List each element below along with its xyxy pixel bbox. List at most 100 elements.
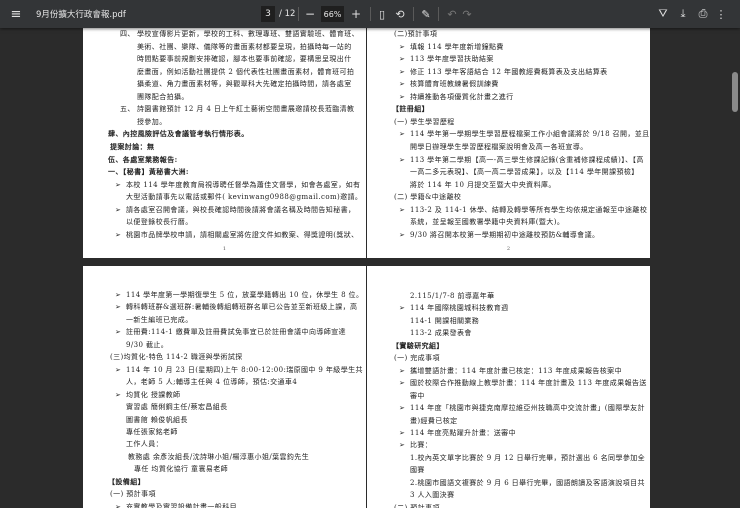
text-line: 9/30 截止。 bbox=[126, 340, 168, 350]
page-footer-number: 2 bbox=[506, 246, 511, 253]
save-to-drive-icon[interactable]: ⛛ bbox=[655, 0, 671, 28]
rotate-icon[interactable]: ⟲ bbox=[392, 0, 408, 28]
text-line: ➢ 填報 114 學年度新增鐘點費 bbox=[399, 42, 504, 52]
line-text: (二) 學籍&中途離校 bbox=[394, 193, 462, 202]
line-text: 專任 均質化協行 童寰易老師 bbox=[134, 465, 229, 474]
text-line: 2.115/1/7-8 前導嘉年華 bbox=[410, 291, 495, 301]
line-text: (二) 預計事項 bbox=[394, 503, 440, 508]
vertical-scrollbar[interactable] bbox=[732, 30, 738, 506]
bullet-arrow-icon: ➢ bbox=[115, 502, 122, 508]
annotate-pen-icon[interactable]: ✎ bbox=[418, 0, 434, 28]
line-text: 攝柔道、角力畫面素材等，與觀翠科大先確定拍攝時間，請各處室 bbox=[137, 80, 352, 89]
text-line: 【實驗研究組】 bbox=[392, 341, 444, 351]
redo-icon[interactable]: ↷ bbox=[459, 0, 475, 28]
bullet-arrow-icon: ➢ bbox=[399, 404, 406, 413]
text-line: ➢ 114 學年第一學期學生學習歷程檔案工作小組會議將於 9/18 召開，並且 bbox=[399, 129, 650, 139]
text-line: 一高二多元表現】、【高一高二學習成果】，以及【114 學年開課預檢】 bbox=[410, 167, 639, 177]
text-line: ➢ 修正 113 學年客語結合 12 年國教經費概算表及支出結算表 bbox=[399, 67, 608, 77]
text-line: 攝柔道、角力畫面素材等，與觀翠科大先確定拍攝時間，請各處室 bbox=[137, 79, 352, 89]
bullet-arrow-icon: ➢ bbox=[399, 366, 406, 375]
scrollbar-thumb[interactable] bbox=[732, 72, 738, 112]
line-text: 一新生編班已完成。 bbox=[126, 315, 193, 324]
line-text: 系統，並呈報至國教署學籍中央資料庫(暨大)。 bbox=[410, 218, 565, 227]
line-text: 詩園書館預計 12 月 4 日上午紅土藝術空間畫展邀請校長蒞臨清教 bbox=[137, 105, 355, 114]
fit-page-icon[interactable]: ▯ bbox=[374, 0, 390, 28]
line-text: 113 學年度學習扶助結案 bbox=[410, 55, 494, 64]
line-text: 3 人入圍決賽 bbox=[410, 491, 455, 500]
line-text: 國於校際合作推動線上教學計畫：114 年度計畫及 113 年度成果報告送 bbox=[410, 379, 647, 388]
text-line: ➢ 攜增雙語計畫：114 年度計畫已核定：113 年度成果報告核案中 bbox=[399, 366, 622, 376]
text-line: 伍、各處室業務報告: bbox=[108, 155, 178, 165]
bullet-arrow-icon: ➢ bbox=[399, 379, 406, 388]
line-text: 充實教學及實習設備計畫一般科目 bbox=[126, 502, 237, 508]
text-line: 審中 bbox=[410, 391, 425, 401]
text-line: 提案討論：無 bbox=[110, 142, 154, 152]
line-text: 轉科轉班群&選班群:暑輔後轉組轉班群名單已公告並至新班級上課，高 bbox=[126, 303, 358, 312]
divider bbox=[413, 7, 414, 21]
line-text: 肆、內控風險評估及會議管考執行情形表。 bbox=[108, 129, 249, 139]
print-icon[interactable]: ⎙ bbox=[695, 0, 711, 28]
bullet-arrow-icon: ➢ bbox=[115, 230, 122, 239]
text-line: 工作人員： bbox=[126, 439, 163, 449]
zoom-in-button[interactable]: + bbox=[348, 0, 364, 28]
text-line: 大型活動請事先以電話或郵件( kevinwang0988@gmail.com)邀… bbox=[126, 192, 362, 202]
line-text: 審中 bbox=[410, 391, 425, 400]
text-line: 教務處 余彥汝組長/沈詩琳小姐/楊淳惠小姐/葉雲鈞先生 bbox=[128, 452, 309, 462]
bullet-arrow-icon: ➢ bbox=[399, 55, 406, 64]
page-footer-number: 1 bbox=[222, 246, 227, 253]
line-text: (二)預計事項 bbox=[394, 30, 438, 38]
text-line: 1.校內英文單字比賽於 9 月 12 日舉行完畢，預計選出 6 名同學參加全 bbox=[410, 453, 645, 463]
divider bbox=[370, 7, 371, 21]
line-text: 大型活動請事先以電話或郵件( kevinwang0988@gmail.com)邀… bbox=[126, 193, 363, 202]
divider bbox=[438, 7, 439, 21]
text-line: ➢ 9/30 將召開本校第一學期期初中途離校預防&輔導會議。 bbox=[399, 230, 599, 240]
bullet-arrow-icon: ➢ bbox=[115, 328, 122, 337]
text-line: 授參加。 bbox=[137, 117, 167, 127]
more-options-icon[interactable]: ⋮ bbox=[713, 0, 729, 28]
text-line: 一新生編班已完成。 bbox=[126, 315, 193, 325]
line-text: 2.115/1/7-8 前導嘉年華 bbox=[410, 292, 495, 300]
line-text: 教務處 余彥汝組長/沈詩琳小姐/楊淳惠小姐/葉雲鈞先生 bbox=[128, 452, 310, 461]
line-text: 工作人員： bbox=[126, 440, 163, 449]
list-number: 五、 bbox=[120, 105, 135, 114]
line-text: 美術、社團、樂隊、儀隊等的畫面素材都要呈現，拍攝時每一站的 bbox=[137, 42, 352, 51]
text-line: 系統，並呈報至國教署學籍中央資料庫(暨大)。 bbox=[410, 217, 564, 227]
text-line: 專任 均質化協行 童寰易老師 bbox=[134, 464, 228, 474]
line-text: 114-1 開課相關業務 bbox=[410, 316, 480, 325]
bullet-arrow-icon: ➢ bbox=[115, 205, 122, 214]
line-text: 開學日辦理學生學習歷程檔案說明會及高一各班宣導。 bbox=[410, 142, 588, 151]
text-line: (一) 預計事項 bbox=[110, 489, 156, 499]
line-text: (三)均質化-特色 114-2 職涯與學術試探 bbox=[110, 353, 243, 362]
line-text: 團隊配合拍攝。 bbox=[137, 92, 189, 101]
text-line: (一) 完成事項 bbox=[394, 353, 440, 363]
bullet-arrow-icon: ➢ bbox=[399, 42, 406, 51]
bullet-arrow-icon: ➢ bbox=[399, 67, 406, 76]
text-line: 114-1 開課相關業務 bbox=[410, 316, 479, 326]
page-number-input[interactable]: 3 bbox=[261, 6, 275, 22]
zoom-out-button[interactable]: − bbox=[302, 0, 318, 28]
line-text: 請各處室召開會議，與校長確認時間後請將會議名稱及時間告知秘書， bbox=[126, 205, 356, 214]
text-line: 四、 學校宣傳影片更新，學校的工科、數理專班、雙語實驗班、體育班、 bbox=[120, 29, 359, 39]
line-text: 本校 114 學年度教育局視導聘任督學為蕭佳文督學，如會各處室，如有 bbox=[126, 180, 361, 189]
bullet-arrow-icon: ➢ bbox=[399, 92, 406, 101]
text-line: ➢ 113 學年度學習扶助結案 bbox=[399, 54, 494, 64]
undo-icon[interactable]: ↶ bbox=[444, 0, 460, 28]
line-text: 畫)經費已核定 bbox=[410, 416, 458, 425]
text-line: 將於 114 年 10 月提交至暨大中央資料庫。 bbox=[410, 180, 556, 190]
line-text: 麼畫面，例如活動社團提供 2 個代表性社團畫面素材，體育班可拍 bbox=[137, 67, 355, 76]
text-line: ➢ 核算體育班教練暑假訓練費 bbox=[399, 79, 499, 89]
bullet-arrow-icon: ➢ bbox=[399, 428, 406, 437]
pdf-page: (二)預計事項 ➢ 填報 114 學年度新增鐘點費 ➢ 113 學年度學習扶助結案 ➢ 修正… bbox=[367, 28, 650, 258]
text-line: 人，老師 5 人;輔導主任與 4 位導師，預估:交通車4 bbox=[126, 377, 297, 387]
zoom-level-input[interactable]: 66% bbox=[321, 6, 344, 22]
line-text: 一高二多元表現】、【高一高二學習成果】，以及【114 學年開課預檢】 bbox=[410, 168, 639, 177]
line-text: (一) 預計事項 bbox=[110, 490, 156, 499]
line-text: 伍、各處室業務報告: bbox=[108, 154, 178, 164]
line-text: 核算體育班教練暑假訓練費 bbox=[410, 80, 499, 89]
text-line: ➢ 113-2 及 114-1 休學、結轉及轉學等所有學生均依規定通報至中途離校 bbox=[399, 205, 647, 215]
bullet-arrow-icon: ➢ bbox=[115, 303, 122, 312]
text-line: ➢ 本校 114 學年度教育局視導聘任督學為蕭佳文督學，如會各處室，如有 bbox=[115, 180, 361, 190]
download-icon[interactable]: ⤓ bbox=[675, 0, 691, 28]
line-text: 113 學年第二學期【高一-高三學生修課記錄(含重補修課程成績)】、【高 bbox=[410, 155, 644, 164]
hamburger-icon[interactable]: ≡ bbox=[8, 0, 24, 28]
